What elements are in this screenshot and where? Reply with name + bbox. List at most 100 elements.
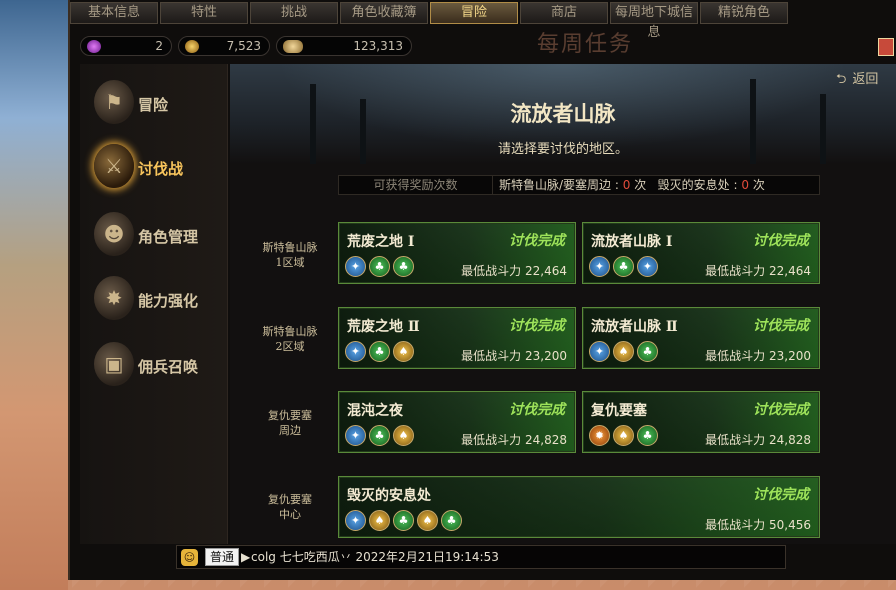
tab-elite-characters[interactable]: 精锐角色 — [700, 2, 788, 24]
play-arrow-icon: ▶ — [241, 550, 251, 564]
gold-element-icon: ♠ — [393, 341, 414, 362]
currency-bar: 2 7,523 123,313 — [80, 34, 890, 58]
blue-element-icon: ✦ — [589, 256, 610, 277]
fatigue-counter: 123,313 — [276, 36, 412, 56]
region-subtitle: 请选择要讨伐的地区。 — [497, 142, 628, 157]
dungeon-card[interactable]: 流放者山脉 Ⅱ 讨伐完成 ✦ ♠ ♣ 最低战斗力 23,200 — [582, 307, 820, 369]
green-element-icon: ♣ — [637, 341, 658, 362]
tab-shop[interactable]: 商店 — [520, 2, 608, 24]
tab-adventure[interactable]: 冒险 — [430, 2, 518, 24]
green-element-icon: ♣ — [369, 341, 390, 362]
tab-weekly-dungeon-info[interactable]: 每周地下城信息 — [610, 2, 698, 40]
orange-element-icon: ✹ — [589, 425, 610, 446]
green-element-icon: ♣ — [369, 256, 390, 277]
sidebar-item-mercenary[interactable]: ▣ 佣兵召唤 — [94, 342, 224, 390]
element-chips: ✦ ♣ ♠ — [345, 341, 414, 362]
green-element-icon: ♣ — [637, 425, 658, 446]
row-label: 复仇要塞 周边 — [268, 409, 312, 437]
dungeon-name: 混沌之夜 — [347, 403, 403, 419]
tab-basic-info[interactable]: 基本信息 — [70, 2, 158, 24]
raid-status: 讨伐完成 — [509, 318, 565, 334]
reward-count-bar: 可获得奖励次数 斯特鲁山脉/要塞周边 : 0 次 毁灭的安息处 : 0 次 — [338, 175, 820, 195]
reward-counts: 斯特鲁山脉/要塞周边 : 0 次 毁灭的安息处 : 0 次 — [499, 178, 765, 192]
weekly-mission-bg-title: 每周任务 — [537, 32, 634, 57]
element-chips: ✦ ♣ ♣ — [345, 256, 414, 277]
blue-element-icon: ✦ — [345, 510, 366, 531]
tab-challenge[interactable]: 挑战 — [250, 2, 338, 24]
dungeon-card[interactable]: 毁灭的安息处 讨伐完成 ✦ ♠ ♣ ♠ ♣ 最低战斗力 50,456 — [338, 476, 820, 538]
flag-icon: ⚑ — [94, 80, 134, 124]
element-chips: ✦ ♣ ♠ — [345, 425, 414, 446]
dungeon-name: 毁灭的安息处 — [347, 488, 431, 504]
row-label: 复仇要塞 中心 — [268, 493, 312, 521]
return-arrow-icon: ⮌ — [836, 72, 847, 87]
emoji-icon[interactable]: ☺ — [181, 549, 198, 566]
min-power: 最低战斗力 24,828 — [705, 433, 811, 447]
tab-character-collection[interactable]: 角色收藏簿 — [340, 2, 428, 24]
dungeon-card[interactable]: 荒废之地 Ⅱ 讨伐完成 ✦ ♣ ♠ 最低战斗力 23,200 — [338, 307, 576, 369]
blue-element-icon: ✦ — [637, 256, 658, 277]
dungeon-card[interactable]: 混沌之夜 讨伐完成 ✦ ♣ ♠ 最低战斗力 24,828 — [338, 391, 576, 453]
bread-icon — [283, 40, 303, 53]
gold-element-icon: ♠ — [417, 510, 438, 531]
blue-element-icon: ✦ — [345, 425, 366, 446]
sidebar-item-adventure[interactable]: ⚑ 冒险 — [94, 80, 224, 128]
dungeon-card[interactable]: 荒废之地 Ⅰ 讨伐完成 ✦ ♣ ♣ 最低战斗力 22,464 — [338, 222, 576, 284]
raid-status: 讨伐完成 — [509, 233, 565, 249]
element-chips: ✦ ♠ ♣ ♠ ♣ — [345, 510, 462, 531]
blue-element-icon: ✦ — [589, 341, 610, 362]
mail-icon[interactable] — [878, 38, 894, 56]
green-element-icon: ♣ — [613, 256, 634, 277]
tab-traits[interactable]: 特性 — [160, 2, 248, 24]
gold-element-icon: ♠ — [613, 425, 634, 446]
adventure-sidebar: ⚑ 冒险 ⚔ 讨伐战 ☻ 角色管理 ✸ 能力强化 ▣ 佣兵召唤 — [80, 64, 228, 544]
crossed-swords-icon: ⚔ — [94, 144, 134, 188]
chat-channel-button[interactable]: 普通 — [205, 548, 240, 566]
dungeon-name: 荒废之地 Ⅰ — [347, 234, 415, 250]
sidebar-item-raid[interactable]: ⚔ 讨伐战 — [94, 144, 224, 192]
chat-message: colg 七七吃西瓜丷 2022年2月21日19:14:53 — [251, 550, 499, 564]
gold-element-icon: ♠ — [369, 510, 390, 531]
chest-icon: ▣ — [94, 342, 134, 386]
dungeon-card[interactable]: 流放者山脉 Ⅰ 讨伐完成 ✦ ♣ ✦ 最低战斗力 22,464 — [582, 222, 820, 284]
blue-element-icon: ✦ — [345, 341, 366, 362]
gold-element-icon: ♠ — [393, 425, 414, 446]
element-chips: ✦ ♣ ✦ — [589, 256, 658, 277]
dungeon-name: 流放者山脉 Ⅰ — [591, 234, 673, 250]
gem-counter: 2 — [80, 36, 172, 56]
element-chips: ✹ ♠ ♣ — [589, 425, 658, 446]
green-element-icon: ♣ — [393, 256, 414, 277]
blue-element-icon: ✦ — [345, 256, 366, 277]
chat-bar[interactable]: ☺ 普通 ▶ colg 七七吃西瓜丷 2022年2月21日19:14:53 — [176, 545, 786, 569]
burst-icon: ✸ — [94, 276, 134, 320]
element-chips: ✦ ♠ ♣ — [589, 341, 658, 362]
raid-status: 讨伐完成 — [753, 487, 809, 503]
dungeon-name: 荒废之地 Ⅱ — [347, 319, 420, 335]
min-power: 最低战斗力 23,200 — [705, 349, 811, 363]
gold-counter: 7,523 — [178, 36, 270, 56]
green-element-icon: ♣ — [441, 510, 462, 531]
min-power: 最低战斗力 22,464 — [705, 264, 811, 278]
dungeon-card[interactable]: 复仇要塞 讨伐完成 ✹ ♠ ♣ 最低战斗力 24,828 — [582, 391, 820, 453]
dungeon-name: 流放者山脉 Ⅱ — [591, 319, 678, 335]
game-scene-left — [0, 0, 68, 590]
character-icon: ☻ — [94, 212, 134, 256]
gold-element-icon: ♠ — [613, 341, 634, 362]
min-power: 最低战斗力 23,200 — [461, 349, 567, 363]
back-button[interactable]: ⮌ 返回 — [836, 68, 878, 92]
row-label: 斯特鲁山脉 1区域 — [262, 241, 318, 269]
raid-status: 讨伐完成 — [509, 402, 565, 418]
gold-coin-icon — [185, 40, 199, 53]
dungeon-name: 复仇要塞 — [591, 403, 647, 419]
raid-panel: ⮌ 返回 流放者山脉 请选择要讨伐的地区。 可获得奖励次数 斯特鲁山脉/要塞周边 … — [230, 64, 896, 544]
min-power: 最低战斗力 22,464 — [461, 264, 567, 278]
raid-status: 讨伐完成 — [753, 233, 809, 249]
row-label: 斯特鲁山脉 2区域 — [262, 325, 318, 353]
tab-bar: 基本信息 特性 挑战 角色收藏簿 冒险 商店 每周地下城信息 精锐角色 — [68, 2, 896, 40]
green-element-icon: ♣ — [369, 425, 390, 446]
sidebar-item-enhancement[interactable]: ✸ 能力强化 — [94, 276, 224, 324]
sidebar-item-character-management[interactable]: ☻ 角色管理 — [94, 212, 224, 260]
raid-status: 讨伐完成 — [753, 402, 809, 418]
gem-icon — [87, 40, 101, 53]
min-power: 最低战斗力 24,828 — [461, 433, 567, 447]
